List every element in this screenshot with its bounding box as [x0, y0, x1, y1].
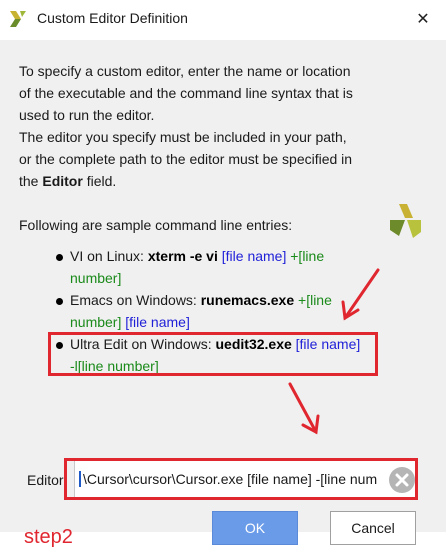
description-line: or the complete path to the editor must … — [19, 151, 353, 167]
samples-heading: Following are sample command line entrie… — [19, 217, 293, 233]
sample-command: xterm -e vi — [147, 248, 218, 264]
editor-label: Editor: — [27, 472, 68, 488]
highlight-box — [64, 458, 418, 500]
bullet-dot — [56, 298, 63, 305]
list-item: VI on Linux: xterm -e vi [file name] +[l… — [56, 245, 366, 289]
cancel-button[interactable]: Cancel — [330, 511, 416, 545]
description-text: the — [19, 173, 43, 189]
title-bar: Custom Editor Definition ✕ — [0, 0, 446, 38]
sample-command: runemacs.exe — [200, 292, 295, 308]
dialog-body: To specify a custom editor, enter the na… — [0, 40, 446, 548]
xilinx-logo-icon — [10, 11, 26, 27]
sample-os: Emacs on Windows: — [70, 292, 201, 308]
description-line: To specify a custom editor, enter the na… — [19, 63, 351, 79]
xilinx-logo-icon — [390, 204, 421, 238]
window-title: Custom Editor Definition — [37, 10, 188, 26]
ok-button[interactable]: OK — [212, 511, 298, 545]
editor-field-reference: Editor — [42, 173, 83, 189]
close-icon: ✕ — [416, 11, 430, 28]
step-label: step2 — [24, 526, 73, 548]
description: To specify a custom editor, enter the na… — [19, 60, 379, 192]
sample-os: VI on Linux: — [70, 248, 148, 264]
description-text: field. — [82, 173, 117, 189]
highlight-box — [48, 332, 378, 376]
description-line: of the executable and the command line s… — [19, 85, 353, 101]
close-button[interactable]: ✕ — [400, 0, 446, 38]
description-line: the Editor field. — [19, 170, 379, 192]
description-line: used to run the editor. — [19, 107, 155, 123]
list-item: Emacs on Windows: runemacs.exe +[line nu… — [56, 289, 366, 333]
file-name-placeholder: [file name] — [221, 248, 287, 264]
description-line: The editor you specify must be included … — [19, 129, 347, 145]
bullet-dot — [56, 254, 63, 261]
file-name-placeholder: [file name] — [125, 314, 190, 330]
